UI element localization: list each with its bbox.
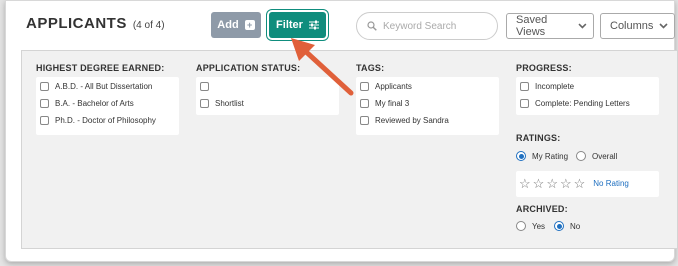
progress-title: PROGRESS:	[516, 63, 572, 73]
degree-title: HIGHEST DEGREE EARNED:	[36, 63, 165, 73]
chevron-down-icon	[578, 23, 587, 29]
star-outline-icon[interactable]: ☆	[533, 177, 545, 190]
sliders-icon	[308, 20, 319, 30]
add-button[interactable]: Add +	[211, 12, 261, 38]
plus-icon: +	[244, 20, 255, 30]
tag-option-reviewed[interactable]: Reviewed by Sandra	[360, 116, 449, 125]
status-option-blank[interactable]	[200, 82, 215, 91]
option-label: No	[570, 221, 581, 231]
archived-title: ARCHIVED:	[516, 204, 568, 214]
star-outline-icon[interactable]: ☆	[519, 177, 531, 190]
star-outline-icon[interactable]: ☆	[560, 177, 572, 190]
option-label: Applicants	[375, 82, 412, 91]
keyword-search[interactable]	[356, 12, 498, 40]
filter-button-label: Filter	[276, 19, 303, 31]
no-rating-link[interactable]: No Rating	[593, 179, 629, 188]
search-icon	[367, 21, 377, 31]
applicant-count: (4 of 4)	[132, 20, 165, 31]
checkbox[interactable]	[520, 99, 529, 108]
columns-label: Columns	[610, 20, 654, 32]
checkbox[interactable]	[40, 82, 49, 91]
ratings-option-my-rating[interactable]: My Rating	[516, 151, 568, 161]
radio-button[interactable]	[516, 221, 526, 231]
checkbox[interactable]	[40, 99, 49, 108]
page-title: APPLICANTS (4 of 4)	[26, 15, 165, 32]
option-label: Incomplete	[535, 82, 575, 91]
archived-option-no[interactable]: No	[554, 221, 580, 231]
ratings-option-overall[interactable]: Overall	[576, 151, 617, 161]
degree-option-phd[interactable]: Ph.D. - Doctor of Philosophy	[40, 116, 156, 125]
degree-option-ba[interactable]: B.A. - Bachelor of Arts	[40, 99, 134, 108]
tags-options: Applicants My final 3 Reviewed by Sandra	[356, 77, 499, 135]
star-outline-icon[interactable]: ☆	[574, 177, 586, 190]
degree-options: A.B.D. - All But Dissertation B.A. - Bac…	[36, 77, 179, 135]
option-label: Overall	[592, 151, 618, 161]
checkbox[interactable]	[360, 99, 369, 108]
page-title-text: APPLICANTS	[26, 15, 127, 32]
option-label: Shortlist	[215, 99, 244, 108]
radio-button-selected[interactable]	[554, 221, 564, 231]
tag-option-final3[interactable]: My final 3	[360, 99, 409, 108]
option-label: B.A. - Bachelor of Arts	[55, 99, 134, 108]
checkbox[interactable]	[520, 82, 529, 91]
tags-title: TAGS:	[356, 63, 385, 73]
checkbox[interactable]	[200, 99, 209, 108]
saved-views-dropdown[interactable]: Saved Views	[506, 13, 594, 39]
option-label: Complete: Pending Letters	[535, 99, 630, 108]
degree-option-abd[interactable]: A.B.D. - All But Dissertation	[40, 82, 152, 91]
checkbox[interactable]	[360, 116, 369, 125]
saved-views-label: Saved Views	[516, 14, 548, 38]
option-label: My final 3	[375, 99, 410, 108]
status-title: APPLICATION STATUS:	[196, 63, 301, 73]
progress-option-incomplete[interactable]: Incomplete	[520, 82, 574, 91]
star-rating[interactable]: ☆ ☆ ☆ ☆ ☆ No Rating	[519, 177, 629, 190]
annotation-arrow-icon	[291, 38, 354, 96]
search-input[interactable]	[383, 20, 483, 32]
star-rating-box: ☆ ☆ ☆ ☆ ☆ No Rating	[516, 171, 659, 197]
option-label: Yes	[532, 221, 546, 231]
star-outline-icon[interactable]: ☆	[546, 177, 558, 190]
tag-option-applicants[interactable]: Applicants	[360, 82, 412, 91]
option-label: My Rating	[532, 151, 569, 161]
checkbox[interactable]	[40, 116, 49, 125]
radio-button-selected[interactable]	[516, 151, 526, 161]
filter-button[interactable]: Filter	[269, 12, 326, 38]
archived-option-yes[interactable]: Yes	[516, 221, 545, 231]
option-label: Ph.D. - Doctor of Philosophy	[55, 116, 156, 125]
columns-dropdown[interactable]: Columns	[600, 13, 675, 39]
progress-options: Incomplete Complete: Pending Letters	[516, 77, 659, 115]
status-option-shortlist[interactable]: Shortlist	[200, 99, 244, 108]
option-label: Reviewed by Sandra	[375, 116, 449, 125]
radio-button[interactable]	[576, 151, 586, 161]
checkbox[interactable]	[200, 82, 209, 91]
checkbox[interactable]	[360, 82, 369, 91]
add-button-label: Add	[217, 19, 239, 31]
chevron-down-icon	[659, 23, 668, 29]
applicants-card: APPLICANTS (4 of 4) Add + Filter Saved Vi…	[5, 0, 678, 262]
progress-option-pending[interactable]: Complete: Pending Letters	[520, 99, 630, 108]
ratings-title: RATINGS:	[516, 133, 561, 143]
option-label: A.B.D. - All But Dissertation	[55, 82, 153, 91]
